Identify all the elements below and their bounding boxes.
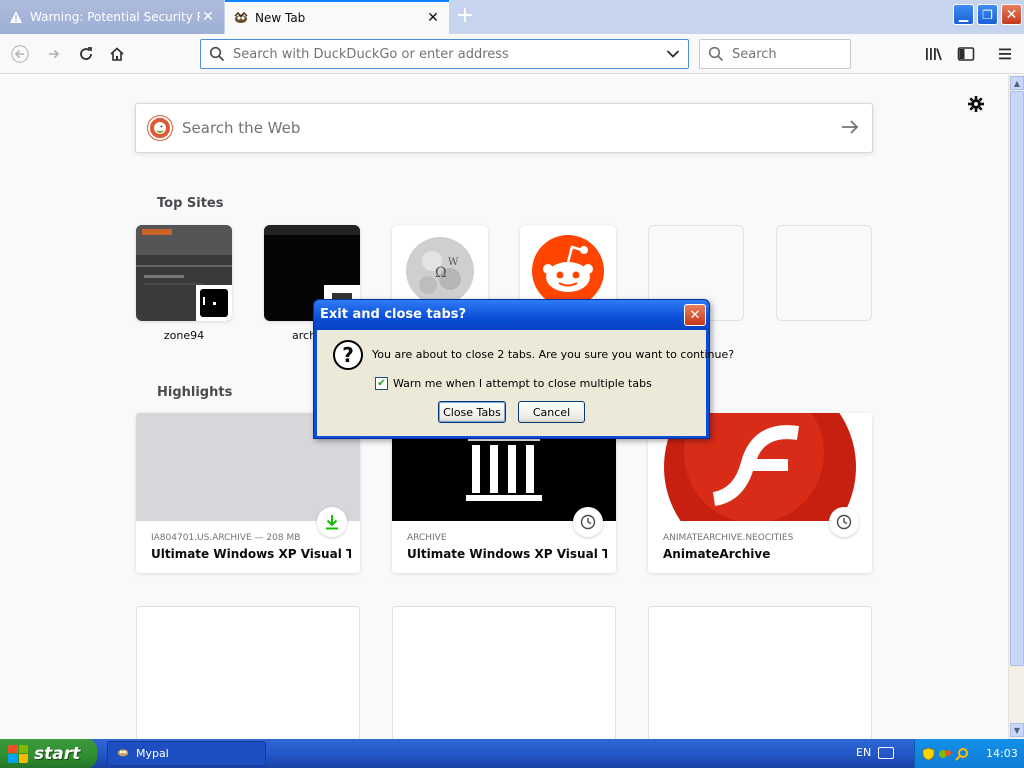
library-icon [926, 48, 942, 61]
chevron-down-icon[interactable] [666, 49, 680, 59]
top-sites-heading: Top Sites [157, 196, 224, 211]
web-search-placeholder: Search the Web [182, 119, 301, 137]
hamburger-menu-icon [999, 48, 1011, 60]
vertical-scrollbar[interactable]: ▲ ▼ [1008, 75, 1024, 739]
search-icon [209, 46, 225, 62]
library-button[interactable] [920, 40, 948, 68]
web-search-box[interactable]: Search the Web [135, 103, 873, 153]
nav-toolbar: Search with DuckDuckGo or enter address … [0, 34, 1024, 74]
search-bar[interactable]: Search [699, 39, 851, 69]
language-indicator[interactable]: EN [856, 746, 871, 759]
tab-strip: Warning: Potential Security Risk Ah ✕ Ne… [0, 0, 1024, 34]
restore-button[interactable]: ❐ [977, 4, 998, 25]
forward-arrow-icon [49, 49, 60, 59]
minimize-button[interactable]: ▁ [953, 4, 974, 25]
back-arrow-icon [11, 45, 29, 63]
site-thumbnail [136, 225, 232, 321]
taskbar-item-mypal[interactable]: Mypal [107, 741, 266, 766]
start-button[interactable]: start [0, 739, 97, 768]
tab-label: New Tab [255, 11, 306, 25]
tab-security-warning[interactable]: Warning: Potential Security Risk Ah ✕ [0, 0, 224, 34]
highlight-title: Ultimate Windows XP Visual The... [151, 547, 351, 561]
minimize-icon: ▁ [958, 7, 969, 22]
svg-text:W: W [448, 257, 459, 268]
forward-button[interactable] [40, 40, 68, 68]
cancel-button[interactable]: Cancel [518, 401, 585, 423]
svg-text:Ω: Ω [435, 265, 447, 281]
scroll-up-arrow-icon[interactable]: ▲ [1010, 76, 1024, 90]
download-icon [317, 507, 347, 537]
new-tab-button[interactable]: + [454, 5, 476, 28]
dialog-body: ? You are about to close 2 tabs. Are you… [317, 330, 734, 436]
url-placeholder: Search with DuckDuckGo or enter address [233, 46, 509, 62]
highlight-placeholder [136, 606, 360, 739]
close-icon: ✕ [1005, 6, 1018, 23]
mypal-icon [116, 745, 130, 762]
sidebar-icon [957, 47, 975, 61]
tab-label: Warning: Potential Security Risk Ah [30, 10, 200, 24]
top-site-placeholder [776, 225, 872, 321]
top-site-tile[interactable]: zone94 [136, 225, 232, 342]
dialog-message: You are about to close 2 tabs. Are you s… [372, 348, 735, 361]
clock-icon [573, 507, 603, 537]
close-tabs-dialog: Exit and close tabs? ✕ ? You are about t… [313, 299, 734, 439]
url-bar[interactable]: Search with DuckDuckGo or enter address [200, 39, 689, 69]
close-tabs-button[interactable]: Close Tabs [438, 401, 506, 423]
arrow-right-icon[interactable] [840, 116, 860, 140]
home-button[interactable] [103, 40, 131, 68]
search-placeholder: Search [732, 46, 777, 62]
taskbar-item-label: Mypal [136, 747, 169, 760]
reload-icon [80, 47, 92, 60]
highlight-placeholder [392, 606, 616, 739]
close-icon: ✕ [689, 307, 701, 323]
question-icon: ? [333, 340, 363, 370]
empty-site-slot [776, 225, 872, 321]
network-icon[interactable] [938, 747, 952, 761]
menu-button[interactable] [991, 40, 1019, 68]
close-tab-icon[interactable]: ✕ [425, 10, 441, 26]
dialog-title: Exit and close tabs? [314, 300, 709, 330]
gear-icon [968, 96, 984, 112]
scroll-down-arrow-icon[interactable]: ▼ [1010, 723, 1024, 737]
start-label: start [34, 743, 81, 764]
close-tab-icon[interactable]: ✕ [200, 9, 216, 25]
customize-button[interactable] [967, 95, 985, 118]
search-icon [708, 46, 724, 62]
clock-icon [829, 507, 859, 537]
mypal-icon [233, 10, 249, 26]
windows-logo-icon [8, 744, 28, 763]
highlight-source: IA804701.US.ARCHIVE — 208 MB [151, 533, 301, 543]
warn-checkbox-label: Warn me when I attempt to close multiple… [393, 377, 652, 390]
highlight-title: AnimateArchive [663, 547, 771, 561]
taskbar: start Mypal EN 14:03 [0, 739, 1024, 768]
search-icon[interactable] [955, 747, 969, 761]
close-window-button[interactable]: ✕ [1001, 4, 1022, 25]
warn-checkbox[interactable]: ✔ [375, 377, 388, 390]
highlights-heading: Highlights [157, 385, 233, 400]
dialog-close-button[interactable]: ✕ [684, 304, 706, 326]
site-title: zone94 [163, 329, 205, 342]
warn-checkbox-row[interactable]: ✔ Warn me when I attempt to close multip… [375, 377, 652, 390]
clock: 14:03 [986, 747, 1018, 760]
highlight-source: ANIMATEARCHIVE.NEOCITIES [663, 533, 794, 543]
highlight-placeholder [648, 606, 872, 739]
shield-icon[interactable] [921, 747, 935, 761]
system-tray: 14:03 [914, 739, 1024, 768]
home-icon [110, 47, 124, 61]
tab-new-tab[interactable]: New Tab ✕ [225, 0, 449, 34]
warning-icon [8, 9, 24, 25]
back-button[interactable] [6, 40, 34, 68]
highlight-source: ARCHIVE [407, 533, 447, 543]
highlight-title: Ultimate Windows XP Visual The... [407, 547, 607, 561]
scroll-thumb[interactable] [1010, 91, 1024, 666]
duckduckgo-logo-icon [148, 116, 172, 140]
reload-button[interactable] [72, 40, 100, 68]
restore-icon: ❐ [982, 7, 993, 22]
sidebar-button[interactable] [952, 40, 980, 68]
keyboard-icon[interactable] [878, 747, 894, 759]
